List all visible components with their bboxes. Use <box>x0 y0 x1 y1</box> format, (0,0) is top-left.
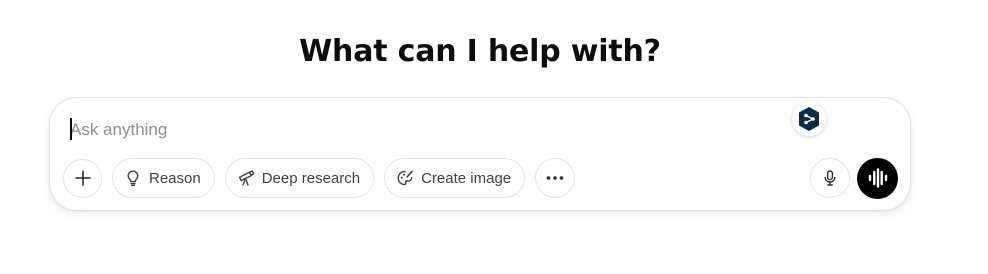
reason-label: Reason <box>149 169 201 187</box>
create-image-button[interactable]: Create image <box>384 158 526 198</box>
composer-toolbar: Reason Deep research Create image <box>63 158 576 198</box>
plus-icon <box>74 170 91 186</box>
more-tools-button[interactable] <box>535 158 576 198</box>
voice-mode-button[interactable] <box>857 157 898 199</box>
prompt-input[interactable] <box>70 118 770 142</box>
page-title: What can I help with? <box>299 34 661 69</box>
create-image-label: Create image <box>421 169 512 187</box>
telescope-icon <box>237 169 255 187</box>
prompt-composer: Reason Deep research <box>49 97 911 211</box>
voice-waveform-icon <box>868 168 887 188</box>
deepl-icon <box>799 107 819 131</box>
dictate-button[interactable] <box>810 158 850 198</box>
paint-palette-icon <box>396 169 414 187</box>
microphone-icon <box>824 170 836 186</box>
deep-research-button[interactable]: Deep research <box>224 158 375 198</box>
deep-research-label: Deep research <box>261 169 361 187</box>
lightbulb-icon <box>124 169 142 187</box>
attach-button[interactable] <box>63 158 102 198</box>
chat-home: What can I help with? Ask anything Reaso… <box>0 0 988 274</box>
voice-tools <box>810 157 898 199</box>
reason-button[interactable]: Reason <box>112 158 215 198</box>
text-cursor <box>70 118 72 140</box>
ellipsis-icon <box>546 176 564 180</box>
deepl-extension-badge[interactable] <box>792 102 826 136</box>
